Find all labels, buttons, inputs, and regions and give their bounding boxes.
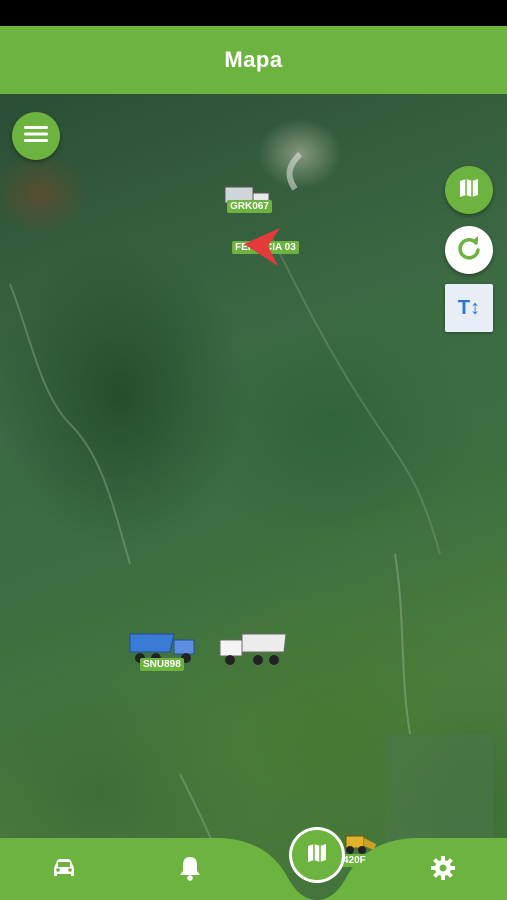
dump-truck-icon	[219, 633, 287, 665]
status-bar	[0, 0, 507, 26]
vehicle-label: GRK067	[227, 200, 272, 213]
text-size-toggle[interactable]: T↕	[445, 284, 493, 332]
vehicle-label: 420F	[340, 854, 369, 867]
page-title: Mapa	[224, 47, 283, 72]
vehicle-marker[interactable]: SNU898	[128, 628, 200, 673]
map-type-button[interactable]	[445, 166, 493, 214]
bell-icon	[177, 854, 203, 887]
map-icon	[457, 176, 481, 205]
refresh-icon	[455, 234, 483, 267]
hamburger-icon	[24, 124, 48, 149]
car-icon	[50, 856, 78, 885]
gear-icon	[429, 854, 457, 887]
vehicle-marker[interactable]	[218, 630, 290, 675]
app-bar: Mapa	[0, 26, 507, 94]
direction-arrow-icon	[244, 228, 280, 266]
loader-icon	[345, 835, 376, 854]
nav-vehicles[interactable]	[44, 850, 84, 890]
nav-settings[interactable]	[423, 850, 463, 890]
vehicle-marker[interactable]: 420F	[340, 828, 380, 867]
map-icon	[305, 841, 329, 870]
menu-button[interactable]	[12, 112, 60, 160]
vehicle-label: SNU898	[140, 658, 184, 671]
vehicle-marker[interactable]: GRK067	[221, 183, 285, 218]
refresh-button[interactable]	[445, 226, 493, 274]
nav-map[interactable]	[292, 830, 342, 880]
bottom-navigation	[0, 838, 507, 900]
nav-alerts[interactable]	[170, 850, 210, 890]
